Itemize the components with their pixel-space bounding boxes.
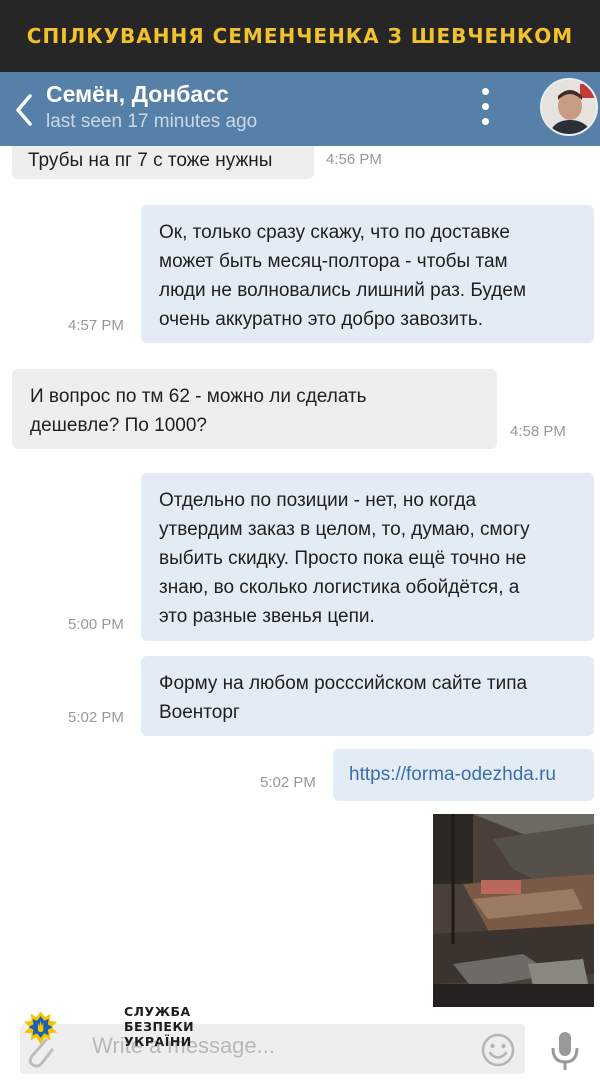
outgoing-message[interactable]: Отдельно по позиции - нет, но когда утве… <box>141 473 594 641</box>
message-line: выбить скидку. Просто пока ещё точно не <box>159 548 527 569</box>
message-text: Трубы на пг 7 с тоже нужны <box>28 150 273 171</box>
message-line: утвердим заказ в целом, то, думаю, смогу <box>159 519 530 540</box>
message-time: 5:00 PM <box>68 616 124 633</box>
microphone-icon[interactable] <box>548 1030 582 1072</box>
sbu-line: СЛУЖБА <box>124 1004 191 1019</box>
message-line: может быть месяц-полтора - чтобы там <box>159 251 508 272</box>
message-line: дешевле? По 1000? <box>30 415 207 436</box>
message-line: И вопрос по тм 62 - можно ли сделать <box>30 386 367 407</box>
message-line: очень аккуратно это добро завозить. <box>159 309 484 330</box>
sbu-emblem-icon <box>24 1011 58 1045</box>
last-seen-status: last seen 17 minutes ago <box>46 111 258 132</box>
smiley-icon[interactable] <box>480 1032 516 1068</box>
chevron-left-icon[interactable] <box>10 90 40 130</box>
message-link[interactable]: https://forma-odezhda.ru <box>349 764 556 785</box>
message-line: Ок, только сразу скажу, что по доставке <box>159 222 510 243</box>
banner-title: СПІЛКУВАННЯ СЕМЕНЧЕНКА З ШЕВЧЕНКОМ <box>26 24 574 48</box>
message-time: 5:02 PM <box>68 709 124 726</box>
more-vertical-icon[interactable] <box>476 88 494 130</box>
message-line: это разные звенья цепи. <box>159 606 375 627</box>
avatar[interactable] <box>540 78 598 136</box>
sbu-wordmark: СЛУЖБА БЕЗПЕКИ УКРАЇНИ <box>124 1004 194 1049</box>
outgoing-message[interactable]: Форму на любом росссийском сайте типа Во… <box>141 656 594 736</box>
message-time: 4:58 PM <box>510 423 566 440</box>
chat-title[interactable]: Семён, Донбасс <box>46 81 229 108</box>
message-line: Отдельно по позиции - нет, но когда <box>159 490 477 511</box>
sbu-line: БЕЗПЕКИ <box>124 1019 195 1034</box>
outgoing-message[interactable]: https://forma-odezhda.ru <box>333 749 594 801</box>
message-time: 4:56 PM <box>326 151 382 168</box>
message-line: люди не волновались лишний раз. Будем <box>159 280 527 301</box>
message-time: 4:57 PM <box>68 317 124 334</box>
top-banner: СПІЛКУВАННЯ СЕМЕНЧЕНКА З ШЕВЧЕНКОМ <box>0 0 600 72</box>
message-list[interactable]: Трубы на пг 7 с тоже нужны 4:56 PM Ок, т… <box>0 146 600 1085</box>
incoming-message[interactable]: Трубы на пг 7 с тоже нужны <box>12 146 314 179</box>
message-line: знаю, во сколько логистика обойдётся, а <box>159 577 520 598</box>
incoming-message[interactable]: И вопрос по тм 62 - можно ли сделать деш… <box>12 369 497 449</box>
message-time: 5:02 PM <box>260 774 316 791</box>
message-line: Форму на любом росссийском сайте типа <box>159 673 528 694</box>
message-line: Военторг <box>159 702 240 723</box>
sbu-line: УКРАЇНИ <box>124 1034 192 1049</box>
outgoing-message[interactable]: Ок, только сразу скажу, что по доставке … <box>141 205 594 343</box>
photo-attachment[interactable] <box>433 814 594 1007</box>
chat-header: Семён, Донбасс last seen 17 minutes ago <box>0 72 600 146</box>
